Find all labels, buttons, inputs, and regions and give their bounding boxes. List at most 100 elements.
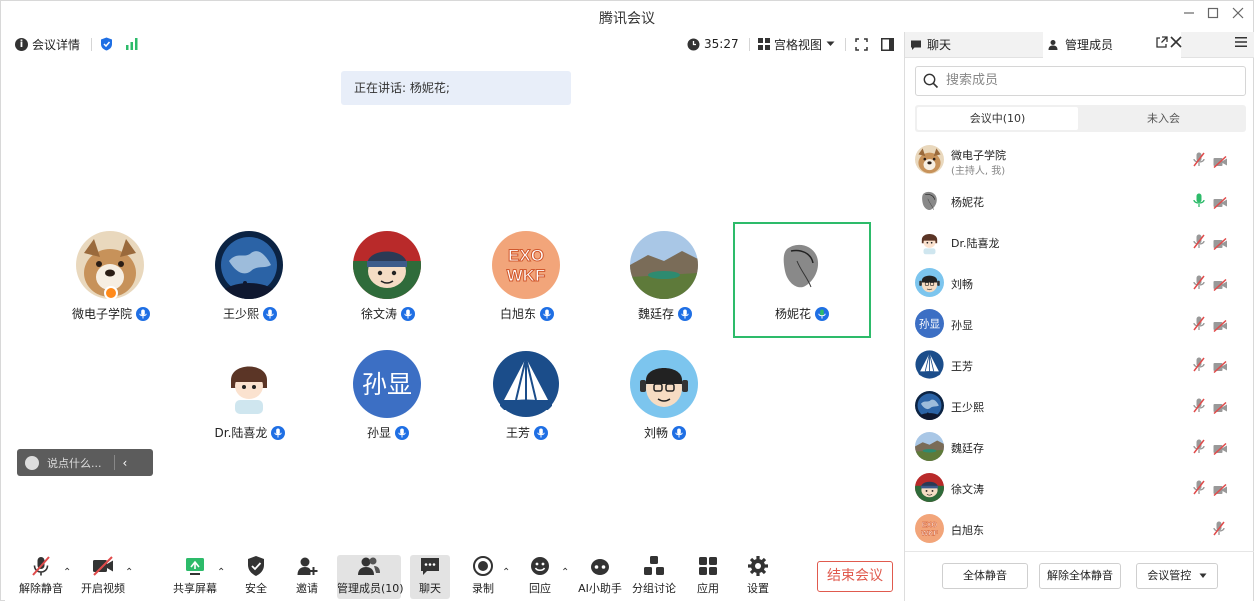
avatar — [215, 350, 283, 418]
sidebar-toggle-icon[interactable] — [881, 36, 894, 52]
manage-members-button[interactable]: 管理成员(10) — [337, 555, 404, 599]
caret-up-icon[interactable]: ⌃ — [502, 567, 510, 578]
close-panel-icon[interactable] — [1166, 36, 1186, 54]
apps-button[interactable]: 应用 — [691, 555, 725, 599]
unmute-button[interactable]: 解除静音 — [15, 555, 67, 599]
participant-tile[interactable]: 刘畅 — [596, 341, 734, 457]
maximize-icon[interactable] — [1203, 7, 1223, 25]
clock-icon — [687, 38, 700, 50]
participant-tile[interactable]: 魏廷存 — [596, 222, 734, 338]
share-screen-button[interactable]: 共享屏幕 — [171, 555, 219, 599]
mute-all-button[interactable]: 全体静音 — [942, 563, 1028, 589]
collapse-chevron-icon[interactable]: ‹ — [123, 456, 128, 470]
caret-up-icon[interactable]: ⌃ — [561, 567, 569, 578]
record-button[interactable]: 录制 — [466, 555, 500, 599]
signal-strength-icon[interactable] — [125, 36, 139, 52]
quick-chat-input[interactable]: 说点什么... ‹ — [17, 449, 153, 476]
tab-chat[interactable]: 聊天 — [905, 32, 1043, 58]
camera-off-icon[interactable] — [1213, 235, 1228, 254]
caret-up-icon[interactable]: ⌃ — [125, 567, 133, 578]
chat-button[interactable]: 聊天 — [410, 555, 450, 599]
emoji-icon[interactable] — [25, 455, 39, 470]
member-row[interactable]: Dr.陆喜龙 — [905, 221, 1254, 262]
window-title: 腾讯会议 — [599, 11, 655, 27]
caret-up-icon[interactable]: ⌃ — [217, 567, 225, 578]
shield-icon[interactable] — [100, 36, 113, 52]
mic-on-icon[interactable] — [1193, 193, 1205, 212]
ai-assistant-button[interactable]: AI小助手 — [577, 555, 623, 599]
security-button[interactable]: 安全 — [239, 555, 273, 599]
caret-up-icon[interactable]: ⌃ — [63, 567, 71, 578]
avatar: EXO WKF — [915, 514, 944, 543]
breakout-button[interactable]: 分组讨论 — [631, 555, 677, 599]
mic-muted-icon[interactable] — [1193, 439, 1205, 458]
member-search-input[interactable]: 搜索成员 — [915, 66, 1246, 96]
participant-name: 白旭东 — [499, 307, 536, 321]
participant-tile[interactable]: 杨妮花 — [733, 222, 871, 338]
member-row[interactable]: 徐文涛 — [905, 467, 1254, 508]
member-row[interactable]: 魏廷存 — [905, 426, 1254, 467]
member-name: 魏廷存 — [951, 442, 984, 455]
member-row[interactable]: EXO WKF 白旭东 — [905, 508, 1254, 549]
camera-off-icon[interactable] — [1213, 440, 1228, 459]
react-button[interactable]: 回应 — [523, 555, 557, 599]
participant-tile[interactable]: 微电子学院 — [42, 222, 180, 338]
members-panel: 聊天 管理成员 搜索成员 会议中(10) 未入会 微电子学院 (主持人, 我) 杨妮… — [904, 32, 1254, 601]
divider — [91, 38, 92, 51]
participant-tile[interactable]: Dr.陆喜龙 — [181, 341, 319, 457]
start-video-button[interactable]: 开启视频 — [77, 555, 129, 599]
member-row[interactable]: 王芳 — [905, 344, 1254, 385]
shield-icon — [248, 556, 264, 576]
mic-muted-icon[interactable] — [1213, 521, 1225, 540]
timer-value: 35:27 — [704, 37, 739, 51]
member-row[interactable]: 孙显 孙显 — [905, 303, 1254, 344]
meeting-timer: 35:27 — [687, 36, 739, 52]
camera-off-icon[interactable] — [1213, 153, 1228, 172]
camera-off-icon[interactable] — [1213, 194, 1228, 213]
menu-icon[interactable] — [1231, 36, 1251, 54]
svg-text:WKF: WKF — [921, 528, 938, 537]
breakout-label: 分组讨论 — [632, 582, 676, 595]
participant-tile[interactable]: 孙显 孙显 — [319, 341, 457, 457]
mic-muted-icon[interactable] — [1193, 234, 1205, 253]
tab-in-meeting[interactable]: 会议中(10) — [917, 107, 1078, 130]
unmute-all-button[interactable]: 解除全体静音 — [1039, 563, 1121, 589]
mic-muted-icon[interactable] — [1193, 398, 1205, 417]
mic-icon — [136, 306, 150, 321]
avatar — [353, 231, 421, 299]
member-row[interactable]: 杨妮花 — [905, 180, 1254, 221]
tab-not-joined[interactable]: 未入会 — [1083, 107, 1244, 130]
mic-muted-icon[interactable] — [1193, 357, 1205, 376]
mic-muted-icon[interactable] — [1193, 480, 1205, 499]
member-role: (主持人, 我) — [951, 166, 1006, 177]
grid-view-dropdown[interactable]: 宫格视图 — [758, 36, 835, 52]
camera-off-icon[interactable] — [1213, 276, 1228, 295]
meeting-controls-dropdown[interactable]: 会议管控 — [1136, 563, 1218, 589]
participant-tile[interactable]: 王芳 — [458, 341, 596, 457]
member-row[interactable]: 刘畅 — [905, 262, 1254, 303]
close-icon[interactable] — [1228, 7, 1248, 25]
fullscreen-icon[interactable] — [855, 36, 868, 52]
participant-name: 徐文涛 — [360, 307, 397, 321]
settings-button[interactable]: 设置 — [741, 555, 775, 599]
record-label: 录制 — [472, 582, 494, 595]
member-row[interactable]: 王少熙 — [905, 385, 1254, 426]
invite-button[interactable]: 邀请 — [290, 555, 324, 599]
participant-tile[interactable]: EXO WKF 白旭东 — [458, 222, 596, 338]
meeting-controls-label: 会议管控 — [1147, 569, 1192, 582]
mic-muted-icon[interactable] — [1193, 152, 1205, 171]
minimize-icon[interactable] — [1179, 7, 1199, 25]
camera-off-icon[interactable] — [1213, 481, 1228, 500]
mic-muted-icon[interactable] — [1193, 316, 1205, 335]
mic-muted-icon[interactable] — [1193, 275, 1205, 294]
participant-tile[interactable]: 王少熙 — [181, 222, 319, 338]
camera-off-icon[interactable] — [1213, 317, 1228, 336]
participant-tile[interactable]: 徐文涛 — [319, 222, 457, 338]
camera-off-icon[interactable] — [1213, 399, 1228, 418]
meeting-details-button[interactable]: i 会议详情 — [15, 36, 80, 52]
settings-label: 设置 — [747, 582, 769, 595]
participant-name-row: 孙显 — [319, 424, 457, 441]
camera-off-icon[interactable] — [1213, 358, 1228, 377]
end-meeting-button[interactable]: 结束会议 — [817, 561, 893, 592]
member-row[interactable]: 微电子学院 (主持人, 我) — [905, 139, 1254, 180]
